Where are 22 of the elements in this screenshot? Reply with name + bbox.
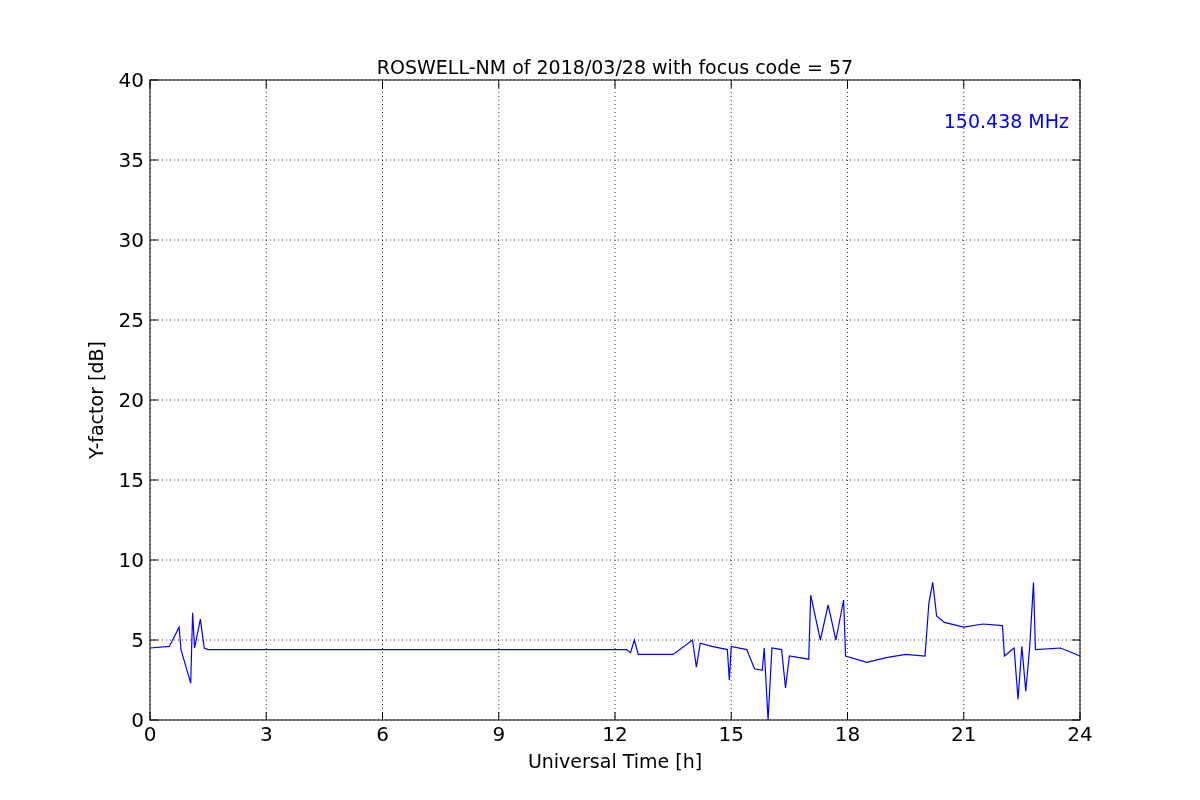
- x-tick-label: 12: [602, 722, 628, 746]
- y-tick-label: 15: [118, 468, 144, 492]
- y-tick-label: 25: [118, 308, 144, 332]
- y-tick-label: 20: [118, 388, 144, 412]
- y-tick-label: 5: [131, 628, 144, 652]
- chart-title: ROSWELL-NM of 2018/03/28 with focus code = 57: [376, 56, 854, 78]
- x-tick-label: 9: [492, 722, 506, 746]
- x-axis-label: Universal Time [h]: [527, 750, 703, 772]
- legend-label: 150.438 MHz: [943, 110, 1069, 132]
- x-tick-label: 3: [259, 722, 273, 746]
- y-tick-label: 0: [131, 708, 144, 732]
- y-tick-label: 10: [118, 548, 144, 572]
- y-tick-label: 30: [118, 228, 144, 252]
- x-tick-label: 0: [143, 722, 157, 746]
- x-tick-label: 6: [376, 722, 389, 746]
- x-tick-label: 24: [1067, 722, 1093, 746]
- x-tick-label: 15: [718, 722, 744, 746]
- x-tick-label: 18: [834, 722, 861, 746]
- y-tick-label: 35: [118, 148, 144, 172]
- y-tick-label: 40: [118, 68, 144, 92]
- x-tick-label: 21: [951, 722, 977, 746]
- y-axis-label: Y-factor [dB]: [85, 341, 107, 459]
